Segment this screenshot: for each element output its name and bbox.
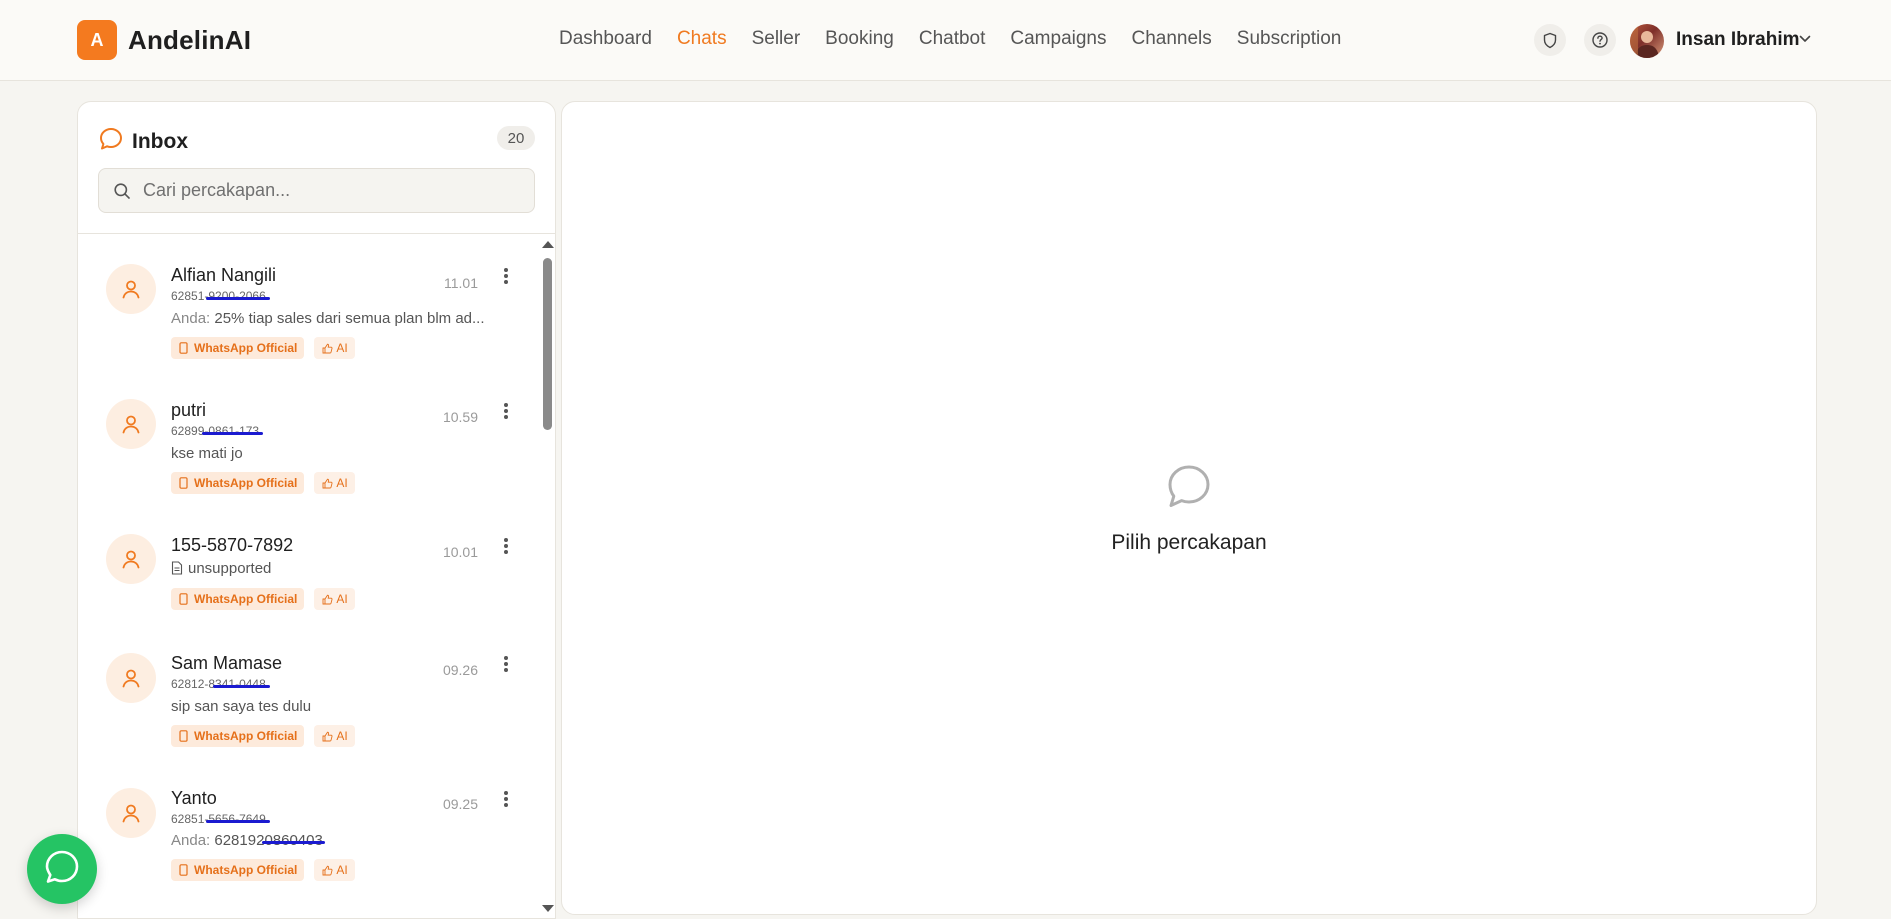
chat-time: 09.25: [442, 796, 478, 812]
scroll-down-arrow[interactable]: [542, 905, 554, 912]
document-icon: [171, 561, 183, 579]
nav-campaigns[interactable]: Campaigns: [1010, 28, 1106, 50]
chat-badges: WhatsApp Official AI: [171, 337, 365, 359]
phone-icon: [179, 477, 188, 489]
nav-subscription[interactable]: Subscription: [1237, 28, 1342, 50]
contact-name: Yanto: [171, 788, 217, 808]
search-input[interactable]: [143, 169, 523, 212]
more-options-icon[interactable]: [498, 535, 514, 557]
channel-badge: WhatsApp Official: [171, 859, 305, 881]
channel-badge: WhatsApp Official: [171, 588, 305, 610]
nav-chats[interactable]: Chats: [677, 28, 727, 50]
ai-badge: AI: [314, 725, 355, 747]
contact-phone: 62899-0861-173: [171, 424, 260, 438]
contact-name: Sam Mamase: [171, 653, 283, 673]
chat-item[interactable]: Sam Mamase 62812-8341-0448 09.26 sip san…: [78, 620, 538, 754]
last-message: unsupported: [171, 560, 501, 579]
phone-icon: [179, 593, 188, 605]
last-message: sip san saya tes dulu: [171, 698, 312, 715]
phone-icon: [179, 864, 188, 876]
contact-name: Alfian Nangili: [171, 265, 277, 285]
thumbs-up-icon: [322, 594, 333, 605]
contact-name: 155-5870-7892: [171, 535, 294, 555]
whatsapp-chat-button[interactable]: [27, 834, 97, 904]
user-name[interactable]: Insan Ibrahim: [1676, 29, 1800, 51]
chat-bubble-icon: [98, 126, 124, 157]
chat-item[interactable]: Alfian Nangili 62851-9200-2066 11.01 And…: [78, 234, 538, 368]
nav-chatbot[interactable]: Chatbot: [919, 28, 986, 50]
chat-item[interactable]: 155-5870-7892 10.01 unsupported WhatsApp…: [78, 502, 538, 636]
chat-list: Alfian Nangili 62851-9200-2066 11.01 And…: [78, 234, 538, 918]
user-avatar[interactable]: [1630, 24, 1664, 58]
chat-badges: WhatsApp Official AI: [171, 859, 365, 881]
chat-badges: WhatsApp Official AI: [171, 472, 365, 494]
chat-item[interactable]: putri 62899-0861-173 10.59 kse mati jo W…: [78, 368, 538, 502]
inbox-panel: Inbox 20 Alfian Nangili 62851-9200-2066 …: [77, 101, 556, 919]
channel-badge: WhatsApp Official: [171, 472, 305, 494]
conversation-panel: Pilih percakapan: [561, 101, 1817, 915]
user-icon: [106, 534, 156, 584]
thumbs-up-icon: [322, 343, 333, 354]
chat-time: 11.01: [444, 275, 478, 291]
more-options-icon[interactable]: [498, 400, 514, 422]
chat-badges: WhatsApp Official AI: [171, 588, 365, 610]
user-icon: [106, 399, 156, 449]
nav-channels[interactable]: Channels: [1132, 28, 1212, 50]
channel-badge: WhatsApp Official: [171, 725, 305, 747]
scroll-up-arrow[interactable]: [542, 241, 554, 248]
inbox-count-badge: 20: [497, 126, 535, 150]
list-scrollbar[interactable]: [538, 234, 555, 918]
chat-bubble-icon: [1164, 462, 1214, 517]
more-options-icon[interactable]: [498, 788, 514, 810]
scroll-thumb[interactable]: [543, 258, 552, 430]
inbox-header: Inbox: [98, 126, 188, 157]
main-nav: Dashboard Chats Seller Booking Chatbot C…: [559, 28, 1366, 50]
chat-item[interactable]: Yanto 62851-5656-7649 09.25 Anda: 628192…: [78, 754, 538, 888]
help-icon[interactable]: [1584, 24, 1616, 56]
chat-time: 10.59: [442, 409, 478, 425]
empty-state: Pilih percakapan: [562, 462, 1816, 555]
chevron-down-icon[interactable]: [1798, 32, 1812, 51]
last-message: Anda: 6281920860403: [171, 832, 323, 849]
contact-phone: 62812-8341-0448: [171, 677, 266, 691]
contact-phone: 62851-9200-2066: [171, 289, 266, 303]
contact-name: putri: [171, 400, 207, 420]
brand-logo[interactable]: A AndelinAI: [77, 20, 251, 60]
ai-badge: AI: [314, 472, 355, 494]
chat-badges: WhatsApp Official AI: [171, 725, 365, 747]
user-icon: [106, 788, 156, 838]
more-options-icon[interactable]: [498, 653, 514, 675]
phone-icon: [179, 730, 188, 742]
whatsapp-icon: [43, 848, 81, 891]
user-icon: [106, 264, 156, 314]
user-icon: [106, 653, 156, 703]
more-options-icon[interactable]: [498, 265, 514, 287]
shield-icon[interactable]: [1534, 24, 1566, 56]
thumbs-up-icon: [322, 865, 333, 876]
nav-dashboard[interactable]: Dashboard: [559, 28, 652, 50]
contact-phone: 62851-5656-7649: [171, 812, 266, 826]
phone-icon: [179, 342, 188, 354]
channel-badge: WhatsApp Official: [171, 337, 305, 359]
search-icon: [113, 182, 131, 205]
brand-name: AndelinAI: [128, 24, 252, 55]
last-message: Anda: 25% tiap sales dari semua plan blm…: [171, 310, 485, 327]
inbox-title: Inbox: [132, 129, 188, 153]
ai-badge: AI: [314, 859, 355, 881]
logo-mark: A: [77, 20, 117, 60]
ai-badge: AI: [314, 588, 355, 610]
chat-time: 09.26: [442, 662, 478, 678]
thumbs-up-icon: [322, 731, 333, 742]
nav-seller[interactable]: Seller: [752, 28, 801, 50]
top-navbar: A AndelinAI Dashboard Chats Seller Booki…: [0, 0, 1891, 81]
empty-state-text: Pilih percakapan: [1111, 531, 1267, 554]
chat-time: 10.01: [442, 544, 478, 560]
nav-booking[interactable]: Booking: [825, 28, 894, 50]
search-box[interactable]: [98, 168, 535, 213]
last-message: kse mati jo: [171, 445, 243, 462]
thumbs-up-icon: [322, 478, 333, 489]
ai-badge: AI: [314, 337, 355, 359]
